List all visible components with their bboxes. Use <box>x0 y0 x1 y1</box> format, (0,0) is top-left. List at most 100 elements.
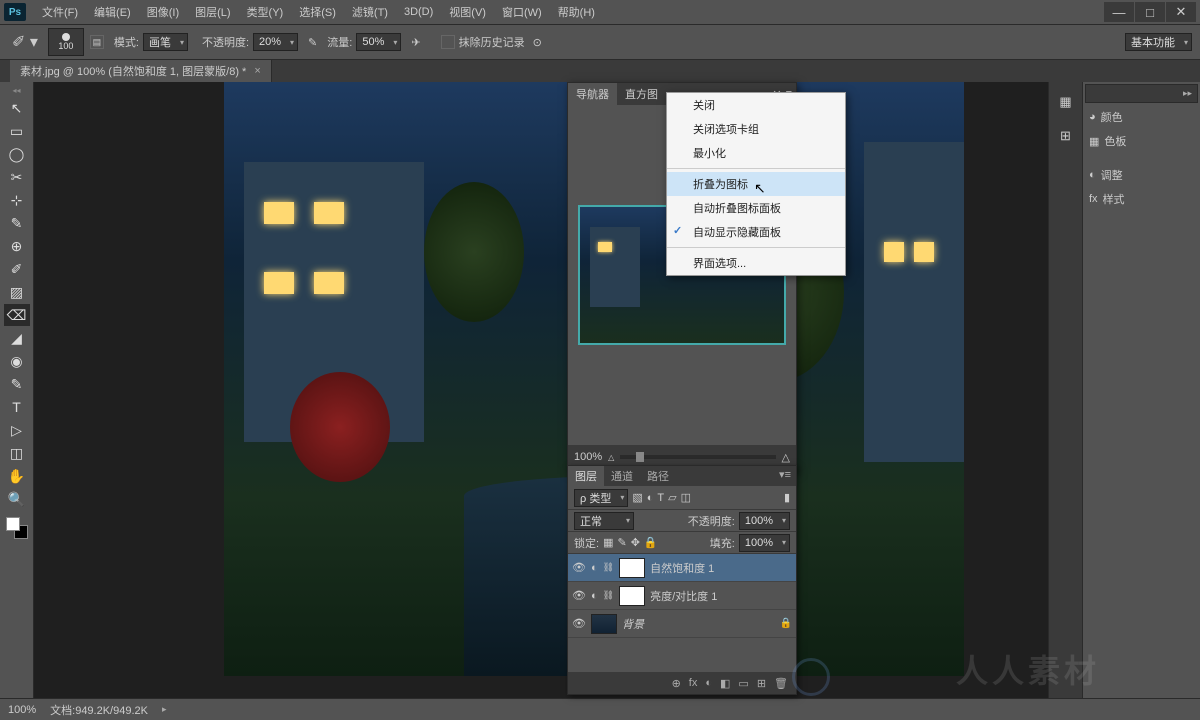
window-minimize-button[interactable]: — <box>1104 2 1134 22</box>
magic-wand-tool[interactable]: ✂ <box>4 166 30 188</box>
group-icon[interactable]: ▭ <box>738 677 748 690</box>
stamp-tool[interactable]: ▨ <box>4 281 30 303</box>
brush-panel-icon[interactable]: ▤ <box>90 35 104 49</box>
filter-smart-icon[interactable]: ◫ <box>681 491 691 504</box>
layer-name[interactable]: 自然饱和度 1 <box>650 560 714 576</box>
visibility-icon[interactable]: 👁 <box>572 589 586 602</box>
blend-mode-select[interactable]: 正常 <box>574 512 634 530</box>
status-doc-info[interactable]: 文档:949.2K/949.2K <box>50 702 148 718</box>
styles-panel-button[interactable]: fx样式 <box>1083 187 1200 211</box>
menu-collapse-to-icons[interactable]: 折叠为图标 <box>667 172 845 196</box>
menu-3d[interactable]: 3D(D) <box>396 6 441 18</box>
history-panel-icon[interactable]: ▦ <box>1056 92 1076 112</box>
brush-preset-picker[interactable]: 100 <box>48 28 84 56</box>
mask-thumbnail[interactable] <box>619 558 645 578</box>
fill-field[interactable]: 100% <box>739 534 790 552</box>
color-swatch[interactable] <box>6 517 28 539</box>
tab-layers[interactable]: 图层 <box>568 466 604 486</box>
layer-row[interactable]: 👁 背景 🔒 <box>568 610 796 638</box>
pressure-opacity-icon[interactable]: ✎ <box>308 36 317 49</box>
eyedropper-tool[interactable]: ✎ <box>4 212 30 234</box>
filter-type-icon[interactable]: T <box>657 492 664 504</box>
menu-layer[interactable]: 图层(L) <box>187 4 238 20</box>
navigator-zoom-value[interactable]: 100% <box>574 451 602 463</box>
window-close-button[interactable]: ✕ <box>1166 2 1196 22</box>
tool-preset-icon[interactable]: ✐ ▾ <box>12 32 38 52</box>
airbrush-icon[interactable]: ✈ <box>411 36 420 49</box>
eraser-tool[interactable]: ⌫ <box>4 304 30 326</box>
type-tool[interactable]: T <box>4 396 30 418</box>
status-zoom[interactable]: 100% <box>8 704 36 716</box>
gradient-tool[interactable]: ◢ <box>4 327 30 349</box>
document-tab[interactable]: 素材.jpg @ 100% (自然饱和度 1, 图层蒙版/8) * × <box>10 60 272 82</box>
menu-view[interactable]: 视图(V) <box>441 4 494 20</box>
layer-row[interactable]: 👁 ◐ ⛓ 自然饱和度 1 <box>568 554 796 582</box>
swatches-panel-button[interactable]: ▦色板 <box>1083 129 1200 153</box>
new-layer-icon[interactable]: ⊞ <box>757 677 766 690</box>
target-icon[interactable]: ⊙ <box>533 36 542 49</box>
menu-edit[interactable]: 编辑(E) <box>86 4 139 20</box>
menu-interface-options[interactable]: 界面选项... <box>667 251 845 275</box>
right-panel-collapse[interactable]: ▸▸ <box>1085 84 1198 103</box>
zoom-slider[interactable] <box>620 455 775 459</box>
menu-window[interactable]: 窗口(W) <box>494 4 550 20</box>
menu-help[interactable]: 帮助(H) <box>550 4 603 20</box>
lock-pixels-icon[interactable]: ✎ <box>617 536 626 549</box>
fx-icon[interactable]: fx <box>689 677 698 689</box>
toolbar-collapse-icon[interactable]: ◂◂ <box>12 86 20 96</box>
tab-paths[interactable]: 路径 <box>640 466 676 486</box>
mask-thumbnail[interactable] <box>619 586 645 606</box>
layer-filter-select[interactable]: ρ 类型 <box>574 489 628 507</box>
history-checkbox[interactable] <box>441 35 455 49</box>
brush-tool[interactable]: ✐ <box>4 258 30 280</box>
tab-histogram[interactable]: 直方图 <box>617 83 666 105</box>
menu-auto-show-hidden[interactable]: ✓自动显示隐藏面板 <box>667 220 845 244</box>
filter-shape-icon[interactable]: ▱ <box>668 491 676 504</box>
tab-navigator[interactable]: 导航器 <box>568 83 617 105</box>
link-layers-icon[interactable]: ⊕ <box>672 677 681 690</box>
lock-transparent-icon[interactable]: ▦ <box>603 536 613 549</box>
opacity-field[interactable]: 20% <box>253 33 298 51</box>
filter-pixel-icon[interactable]: ▧ <box>632 491 642 504</box>
zoom-in-icon[interactable]: △ <box>782 451 790 464</box>
pen-tool[interactable]: ✎ <box>4 373 30 395</box>
tab-channels[interactable]: 通道 <box>604 466 640 486</box>
lock-position-icon[interactable]: ✥ <box>631 536 640 549</box>
menu-filter[interactable]: 滤镜(T) <box>344 4 396 20</box>
mask-icon[interactable]: ◐ <box>705 677 712 689</box>
layers-panel[interactable]: 图层 通道 路径 ▾≡ ρ 类型 ▧ ◐ T ▱ ◫ ▮ 正常 不透明度: 10… <box>567 465 797 695</box>
adjustment-layer-icon[interactable]: ◧ <box>720 677 730 690</box>
crop-tool[interactable]: ⊹ <box>4 189 30 211</box>
menu-file[interactable]: 文件(F) <box>34 4 86 20</box>
layer-row[interactable]: 👁 ◐ ⛓ 亮度/对比度 1 <box>568 582 796 610</box>
color-panel-button[interactable]: ◕颜色 <box>1083 105 1200 129</box>
trash-icon[interactable]: 🗑 <box>774 677 788 690</box>
menu-close[interactable]: 关闭 <box>667 93 845 117</box>
adjustments-panel-button[interactable]: ◐调整 <box>1083 163 1200 187</box>
lasso-tool[interactable]: ◯ <box>4 143 30 165</box>
shape-tool[interactable]: ◫ <box>4 442 30 464</box>
workspace-switcher[interactable]: 基本功能 <box>1125 33 1192 51</box>
layer-thumbnail[interactable] <box>591 614 617 634</box>
layers-panel-menu-icon[interactable]: ▾≡ <box>774 466 796 486</box>
menu-image[interactable]: 图像(I) <box>139 4 187 20</box>
layer-name[interactable]: 背景 <box>622 616 644 632</box>
zoom-tool[interactable]: 🔍 <box>4 488 30 510</box>
blur-tool[interactable]: ◉ <box>4 350 30 372</box>
filter-toggle[interactable]: ▮ <box>784 491 790 504</box>
layer-name[interactable]: 亮度/对比度 1 <box>650 588 717 604</box>
lock-all-icon[interactable]: 🔒 <box>644 536 658 549</box>
menu-auto-collapse[interactable]: 自动折叠图标面板 <box>667 196 845 220</box>
menu-close-tab-group[interactable]: 关闭选项卡组 <box>667 117 845 141</box>
path-select-tool[interactable]: ▷ <box>4 419 30 441</box>
layer-opacity-field[interactable]: 100% <box>739 512 790 530</box>
status-info-menu-icon[interactable]: ▸ <box>162 704 167 715</box>
flow-field[interactable]: 50% <box>356 33 401 51</box>
visibility-icon[interactable]: 👁 <box>572 617 586 630</box>
menu-select[interactable]: 选择(S) <box>291 4 344 20</box>
visibility-icon[interactable]: 👁 <box>572 561 586 574</box>
zoom-out-icon[interactable]: △ <box>608 453 614 462</box>
window-maximize-button[interactable]: □ <box>1135 2 1165 22</box>
menu-type[interactable]: 类型(Y) <box>239 4 292 20</box>
filter-adjust-icon[interactable]: ◐ <box>647 492 654 504</box>
